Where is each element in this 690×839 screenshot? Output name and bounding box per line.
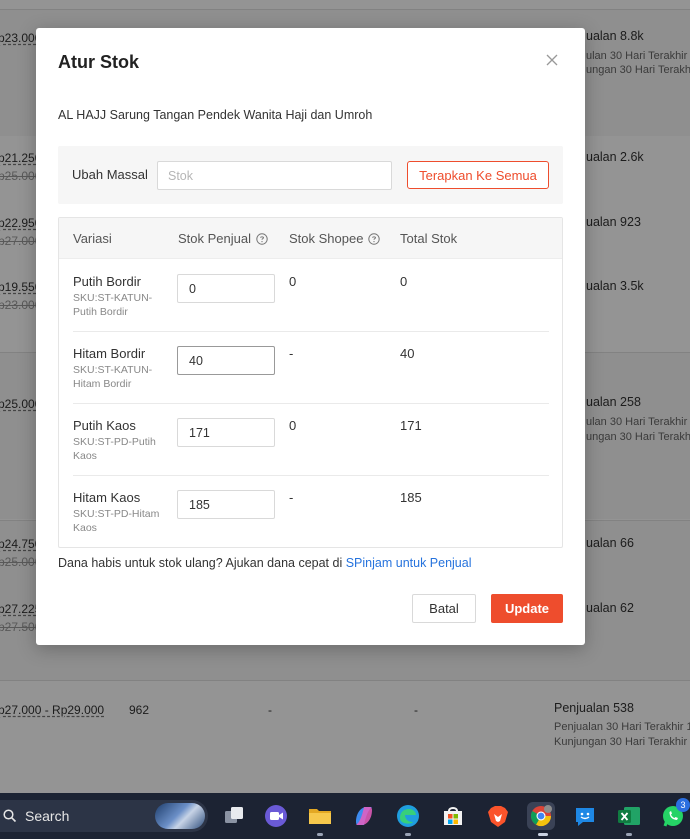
search-icon [3, 809, 17, 823]
task-view-icon[interactable] [220, 802, 248, 830]
running-indicator [405, 833, 411, 836]
stock-modal: Atur Stok AL HAJJ Sarung Tangan Pendek W… [36, 28, 585, 645]
close-icon[interactable] [544, 52, 560, 68]
active-indicator [538, 833, 548, 836]
total-stock-value: 40 [400, 346, 415, 361]
variation-name: Putih Bordir [73, 274, 141, 289]
notification-badge: 3 [676, 798, 690, 812]
taskbar-search[interactable]: Search [0, 800, 208, 832]
whatsapp-icon[interactable]: 3 [659, 798, 690, 830]
running-indicator [626, 833, 632, 836]
update-button[interactable]: Update [491, 594, 563, 623]
file-explorer-icon[interactable] [306, 802, 334, 830]
mass-stock-input[interactable] [157, 161, 392, 190]
apply-to-all-button[interactable]: Terapkan Ke Semua [407, 161, 549, 189]
mass-update-label: Ubah Massal [72, 167, 148, 182]
copilot-icon[interactable] [350, 802, 378, 830]
table-header: Variasi Stok Penjual Stok Shopee Total S… [59, 218, 562, 259]
search-highlight-image [155, 803, 205, 829]
header-total-stock: Total Stok [400, 231, 458, 246]
total-stock-value: 185 [400, 490, 422, 505]
seller-stock-input[interactable] [177, 418, 275, 447]
store-icon[interactable] [439, 802, 467, 830]
help-icon[interactable] [368, 232, 381, 245]
help-icon[interactable] [256, 232, 268, 245]
promo-text: Dana habis untuk stok ulang? Ajukan dana… [58, 556, 472, 570]
running-indicator [317, 833, 323, 836]
meet-icon[interactable] [262, 802, 290, 830]
variation-name: Hitam Kaos [73, 490, 141, 505]
search-label: Search [25, 808, 70, 824]
product-name: AL HAJJ Sarung Tangan Pendek Wanita Haji… [58, 108, 373, 122]
shopee-stock-value: - [289, 490, 294, 505]
table-row: Putih Bordir SKU:ST-KATUN-Putih Bordir 0… [73, 260, 549, 332]
total-stock-value: 0 [400, 274, 408, 289]
shopee-stock-value: 0 [289, 274, 297, 289]
shopee-stock-value: - [289, 346, 294, 361]
variation-sku: SKU:ST-PD-Putih Kaos [73, 436, 156, 462]
shopee-stock-value: 0 [289, 418, 297, 433]
variation-sku: SKU:ST-KATUN-Hitam Bordir [73, 364, 153, 390]
seller-stock-input[interactable] [177, 274, 275, 303]
header-variation: Variasi [73, 231, 112, 246]
excel-icon[interactable] [615, 802, 643, 830]
table-row: Putih Kaos SKU:ST-PD-Putih Kaos 0 171 [73, 404, 549, 476]
variation-sku: SKU:ST-PD-Hitam Kaos [73, 508, 160, 534]
seller-stock-input[interactable] [177, 490, 275, 519]
brave-icon[interactable] [484, 802, 512, 830]
variation-table: Variasi Stok Penjual Stok Shopee Total S… [58, 217, 563, 548]
edge-icon[interactable] [394, 802, 422, 830]
taskbar: Search 3 [0, 793, 690, 839]
variation-name: Putih Kaos [73, 418, 136, 433]
seller-stock-input[interactable] [177, 346, 275, 375]
header-seller-stock: Stok Penjual [178, 231, 268, 246]
chrome-icon[interactable] [527, 802, 555, 830]
cancel-button[interactable]: Batal [412, 594, 476, 623]
header-shopee-stock: Stok Shopee [289, 231, 381, 246]
mass-update-panel: Ubah Massal Terapkan Ke Semua [58, 146, 563, 204]
table-row: Hitam Bordir SKU:ST-KATUN-Hitam Bordir -… [73, 332, 549, 404]
variation-sku: SKU:ST-KATUN-Putih Bordir [73, 292, 153, 318]
smile-icon[interactable] [571, 802, 599, 830]
spinjam-link[interactable]: SPinjam untuk Penjual [346, 556, 472, 570]
table-row: Hitam Kaos SKU:ST-PD-Hitam Kaos - 185 [73, 476, 549, 547]
modal-title: Atur Stok [58, 52, 139, 72]
variation-name: Hitam Bordir [73, 346, 146, 361]
total-stock-value: 171 [400, 418, 422, 433]
